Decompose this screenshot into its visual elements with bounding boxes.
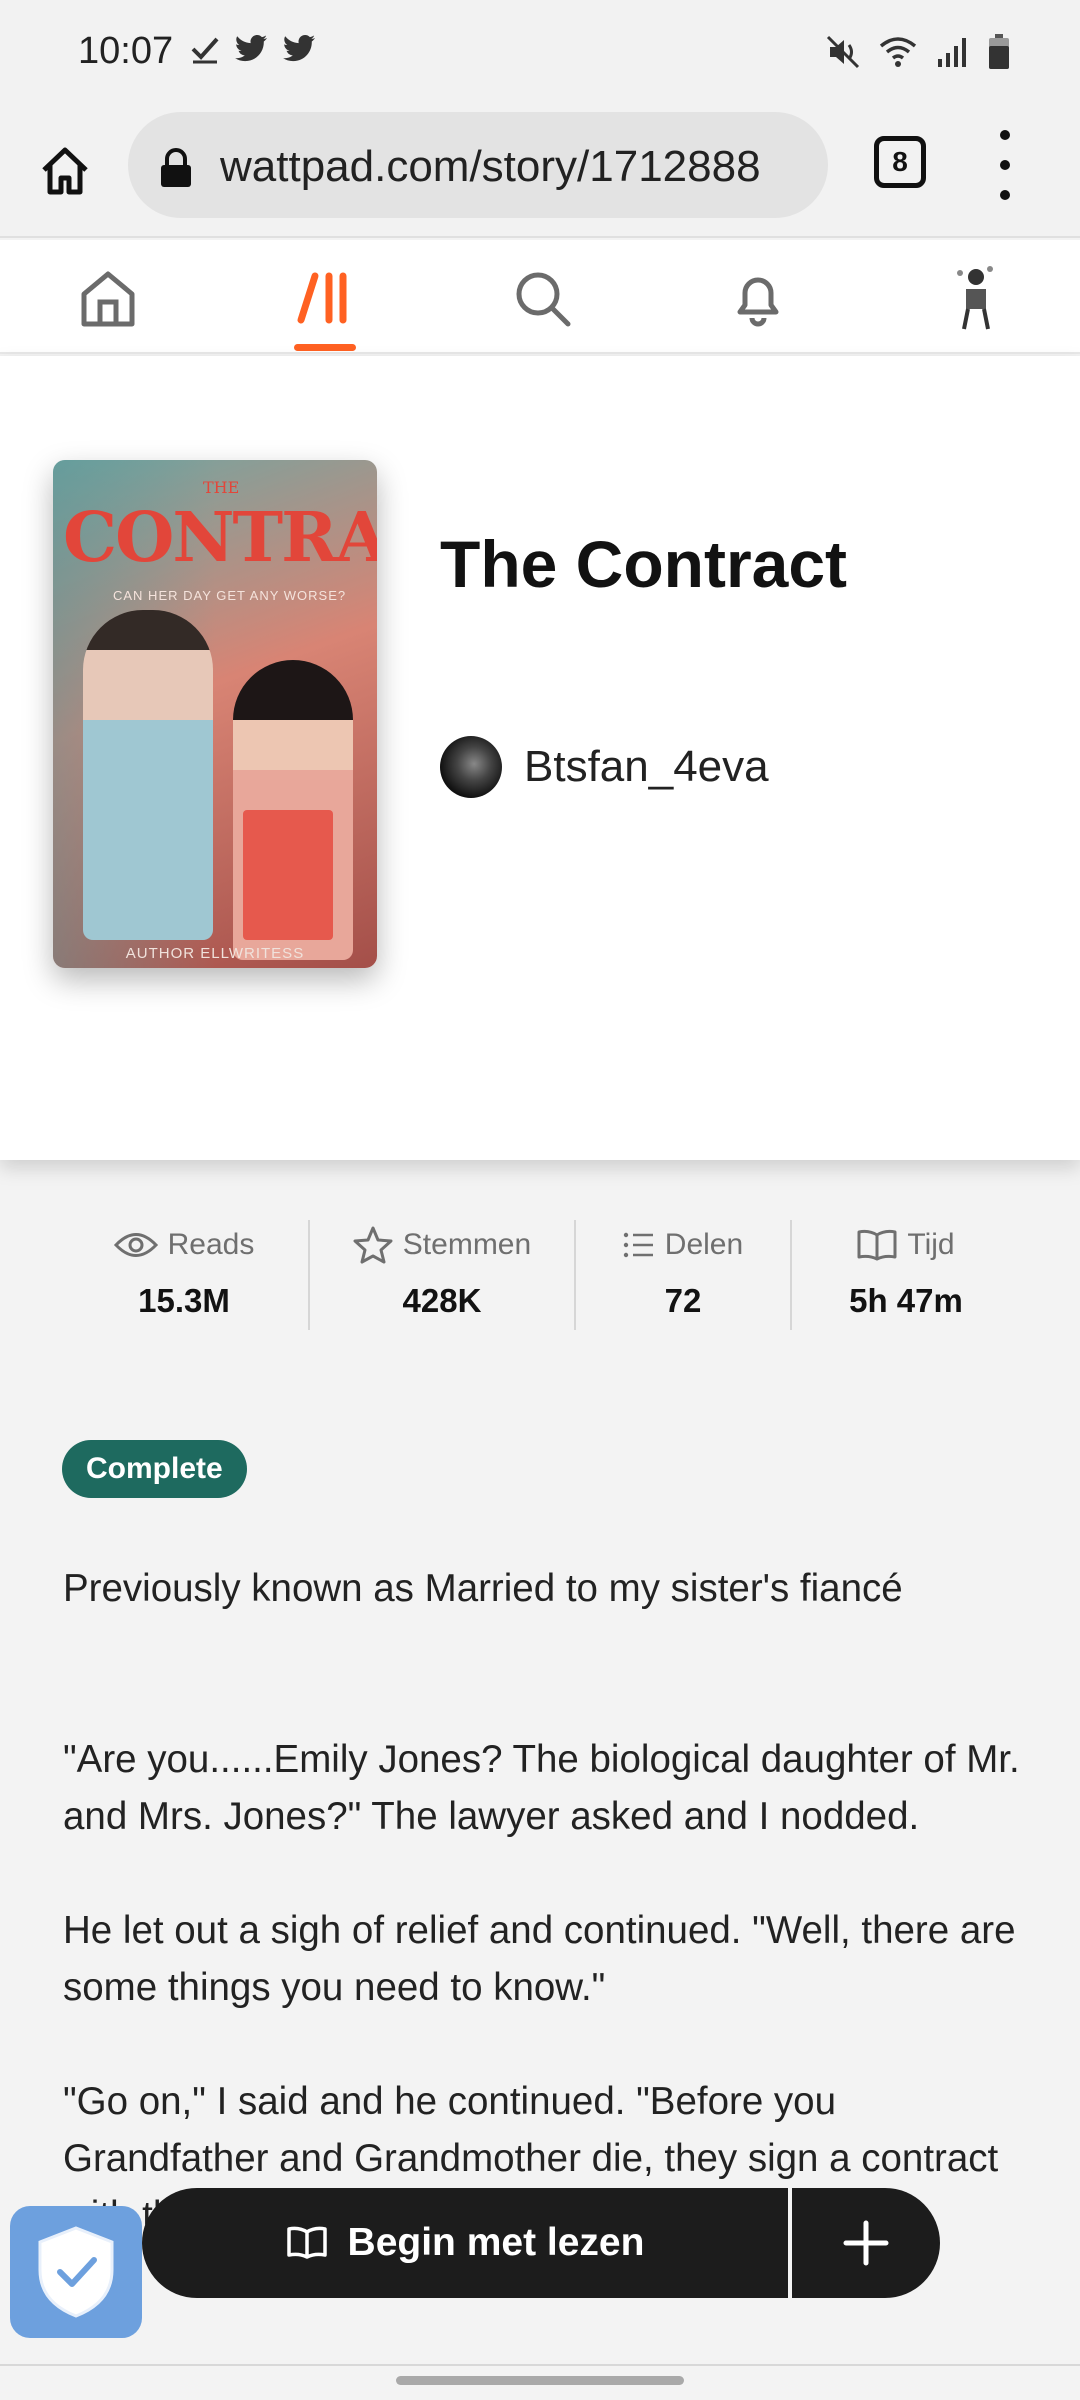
author-name[interactable]: Btsfan_4eva — [524, 742, 769, 792]
gesture-navigation-bar[interactable] — [396, 2376, 684, 2385]
stat-time: Tijd 5h 47m — [790, 1220, 1020, 1330]
tab-switcher-button[interactable]: 8 — [874, 136, 926, 188]
status-bar: 10:07 — [0, 0, 1080, 110]
notification-icons — [190, 34, 316, 64]
stat-time-label: Tijd — [907, 1228, 955, 1261]
url-text: wattpad.com/story/1712888 — [220, 142, 761, 191]
dot — [1000, 190, 1010, 200]
stat-reads: Reads 15.3M — [60, 1220, 308, 1330]
security-shield-button[interactable] — [10, 2206, 142, 2338]
active-tab-indicator — [294, 344, 356, 351]
dot — [1000, 160, 1010, 170]
shield-check-icon — [38, 2226, 114, 2318]
system-icons — [826, 34, 1010, 70]
list-icon — [623, 1232, 653, 1258]
cover-book-illustration — [243, 810, 333, 940]
description-paragraph: He let out a sigh of relief and continue… — [63, 1909, 1016, 2009]
home-icon — [81, 271, 135, 327]
nav-notifications[interactable] — [718, 258, 798, 338]
story-title: The Contract — [440, 527, 848, 601]
stat-time-value: 5h 47m — [849, 1282, 963, 1319]
signal-icon — [938, 38, 966, 67]
search-icon — [516, 272, 571, 327]
address-bar[interactable]: wattpad.com/story/1712888 — [128, 112, 828, 218]
begin-reading-label: Begin met lezen — [347, 2221, 645, 2264]
home-icon — [42, 147, 88, 195]
book-icon — [286, 2226, 327, 2259]
plus-icon — [843, 2220, 889, 2266]
cover-figure-man — [83, 610, 213, 940]
add-to-library-button[interactable] — [792, 2188, 940, 2298]
stat-reads-value: 15.3M — [138, 1282, 230, 1319]
cover-author-line: AUTHOR ELLWRITESS — [125, 945, 305, 962]
stat-label: Tijd — [857, 1220, 955, 1270]
stat-parts-value: 72 — [664, 1282, 702, 1319]
stat-votes-value: 428K — [402, 1282, 482, 1319]
description-paragraph: Previously known as Married to my sister… — [63, 1567, 903, 1610]
status-badge: Complete — [62, 1440, 247, 1498]
stat-parts: Delen 72 — [574, 1220, 790, 1330]
story-header: THE CONTRACT CAN HER DAY GET ANY WORSE? … — [0, 356, 1080, 1160]
begin-reading-button[interactable]: Begin met lezen — [142, 2188, 788, 2298]
app-navigation — [0, 240, 1080, 354]
stat-parts-label: Delen — [664, 1228, 744, 1261]
nav-library[interactable] — [285, 258, 365, 338]
more-options-button[interactable] — [990, 130, 1020, 200]
bottom-divider — [0, 2364, 1080, 2366]
browser-toolbar: wattpad.com/story/1712888 8 — [0, 110, 1080, 238]
description-paragraph: "Are you......Emily Jones? The biologica… — [63, 1738, 1020, 1838]
book-icon — [857, 1229, 897, 1261]
twitter-icon — [283, 35, 315, 62]
dot — [1000, 130, 1010, 140]
stat-votes-label: Stemmen — [402, 1228, 532, 1261]
cover-small-title: THE — [203, 478, 240, 497]
bell-icon — [737, 277, 779, 327]
profile-avatar-icon — [957, 266, 993, 330]
stat-votes: Stemmen 428K — [308, 1220, 574, 1330]
stat-label: Reads — [113, 1220, 255, 1270]
eye-icon — [113, 1233, 158, 1257]
cover-tagline: CAN HER DAY GET ANY WORSE? — [113, 588, 347, 603]
checkmark-icon — [191, 37, 219, 64]
author-link[interactable]: Btsfan_4eva — [440, 736, 769, 798]
author-avatar[interactable] — [440, 736, 502, 798]
stat-reads-label: Reads — [167, 1228, 255, 1261]
story-stats: Reads 15.3M Stemmen 428K Delen 72 Tijd 5… — [60, 1220, 1020, 1330]
lock-icon — [161, 148, 191, 187]
story-cover[interactable]: THE CONTRACT CAN HER DAY GET ANY WORSE? … — [53, 460, 377, 968]
status-time: 10:07 — [78, 30, 174, 72]
library-icon — [297, 272, 347, 324]
nav-search[interactable] — [502, 258, 582, 338]
battery-icon — [989, 34, 1009, 69]
nav-home[interactable] — [68, 258, 148, 338]
wifi-icon — [879, 37, 917, 67]
stat-label: Delen — [623, 1220, 743, 1270]
nav-profile[interactable] — [936, 258, 1016, 338]
star-icon — [353, 1226, 393, 1264]
browser-home-button[interactable] — [30, 136, 100, 206]
mute-icon — [826, 35, 860, 69]
stat-label: Stemmen — [353, 1220, 531, 1270]
twitter-icon — [235, 35, 267, 62]
cover-title: CONTRACT — [63, 498, 377, 578]
